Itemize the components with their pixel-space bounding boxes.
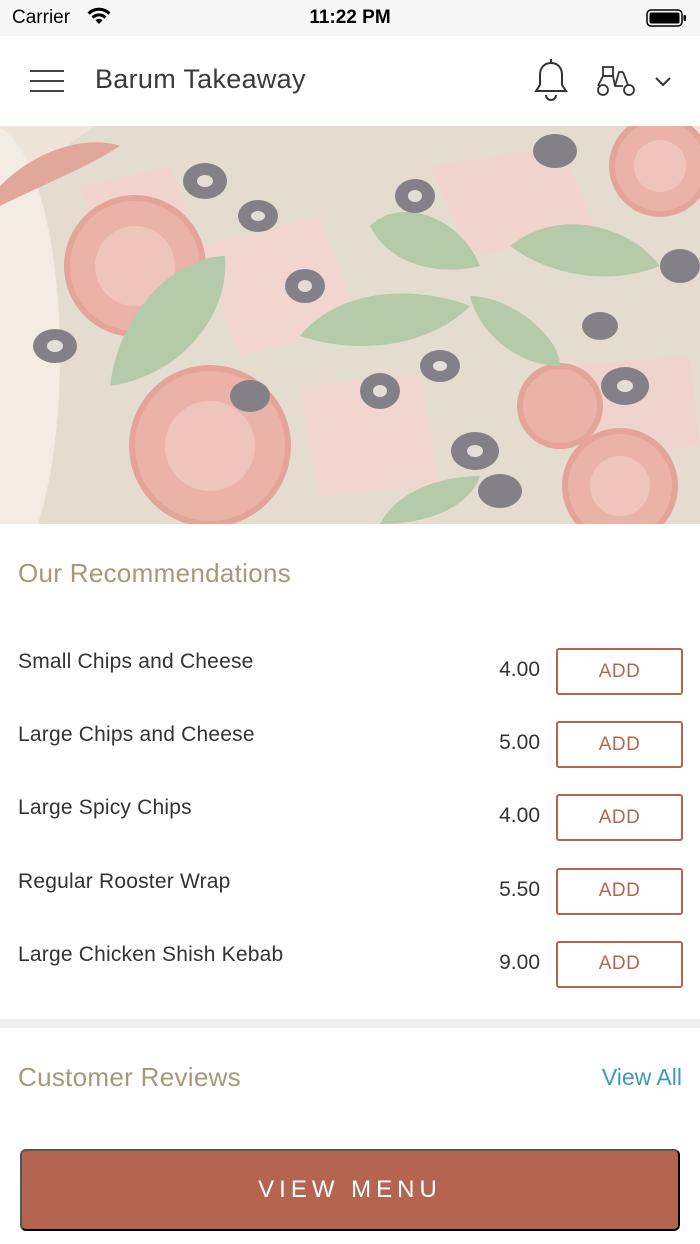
add-button[interactable]: ADD (556, 867, 683, 915)
bell-icon[interactable] (532, 58, 570, 102)
section-divider (0, 1019, 700, 1028)
item-price: 5.50 (499, 877, 540, 901)
item-name: Large Spicy Chips (18, 796, 192, 820)
recommendations-title: Our Recommendations (18, 558, 292, 588)
pizza-illustration (0, 126, 700, 524)
list-item: Large Spicy Chips 4.00 ADD (0, 776, 700, 849)
hero-image (0, 126, 700, 524)
battery-icon (646, 9, 686, 27)
list-item: Regular Rooster Wrap 5.50 ADD (0, 850, 700, 923)
add-button[interactable]: ADD (556, 940, 683, 988)
scooter-icon[interactable] (595, 64, 637, 98)
item-price: 4.00 (499, 804, 540, 828)
view-menu-button[interactable]: VIEW MENU (20, 1149, 680, 1231)
add-button[interactable]: ADD (556, 721, 683, 769)
view-all-link[interactable]: View All (602, 1064, 682, 1091)
recommendations-list: Small Chips and Cheese 4.00 ADD Large Ch… (0, 630, 700, 996)
item-name: Large Chips and Cheese (18, 723, 255, 747)
app-header: Barum Takeaway (0, 36, 700, 126)
page-title: Barum Takeaway (95, 64, 306, 94)
list-item: Small Chips and Cheese 4.00 ADD (0, 630, 700, 703)
app-screen: Carrier 11:22 PM Barum Takeaway Our Reco… (0, 0, 700, 1244)
item-price: 4.00 (499, 658, 540, 681)
clock: 11:22 PM (309, 7, 391, 28)
item-price: 5.00 (499, 731, 540, 755)
item-price: 9.00 (499, 950, 540, 974)
status-bar: Carrier 11:22 PM (0, 0, 700, 36)
add-button[interactable]: ADD (556, 648, 683, 695)
chevron-down-icon[interactable] (654, 74, 672, 88)
hamburger-icon[interactable] (30, 68, 64, 94)
item-name: Small Chips and Cheese (18, 650, 254, 673)
item-name: Large Chicken Shish Kebab (18, 942, 284, 966)
item-name: Regular Rooster Wrap (18, 869, 231, 893)
list-item: Large Chips and Cheese 5.00 ADD (0, 703, 700, 776)
reviews-title: Customer Reviews (18, 1062, 241, 1092)
list-item: Large Chicken Shish Kebab 9.00 ADD (0, 923, 700, 996)
add-button[interactable]: ADD (556, 794, 683, 842)
